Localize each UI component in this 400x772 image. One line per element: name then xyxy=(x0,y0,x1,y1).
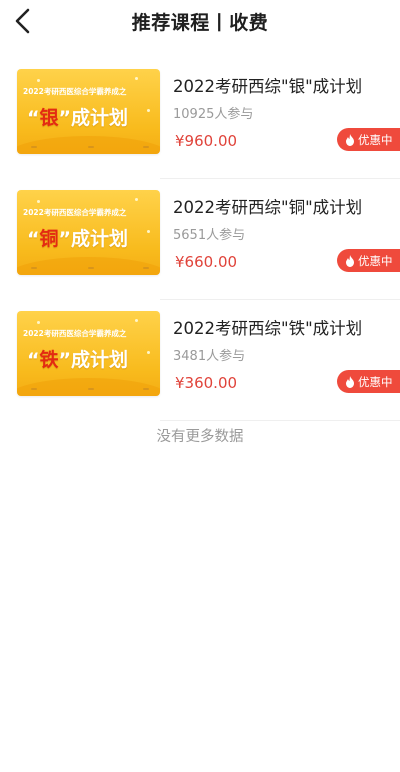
course-list: 2022考研西医综合学霸养成之 “银”成计划 2022考研西综"银"成计划 10… xyxy=(0,58,400,421)
thumbnail-title: “铜”成计划 xyxy=(27,228,129,250)
thumbnail-title: “银”成计划 xyxy=(27,107,129,129)
flame-icon xyxy=(346,133,354,146)
course-title[interactable]: 2022考研西综"银"成计划 xyxy=(173,73,362,97)
course-title[interactable]: 2022考研西综"铁"成计划 xyxy=(173,315,362,339)
thumbnail-highlight: 银 xyxy=(39,107,59,129)
no-more-data-label: 没有更多数据 xyxy=(156,429,244,445)
course-price: ¥960.00 xyxy=(175,132,238,150)
page-title: 推荐课程丨收费 xyxy=(131,12,269,34)
course-item[interactable]: 2022考研西医综合学霸养成之 “铁”成计划 2022考研西综"铁"成计划 34… xyxy=(0,300,400,421)
discount-badge: 优惠中 xyxy=(337,249,400,272)
thumbnail-subtitle: 2022考研西医综合学霸养成之 xyxy=(23,208,127,217)
flame-icon xyxy=(346,254,354,267)
course-thumbnail: 2022考研西医综合学霸养成之 “铜”成计划 xyxy=(17,190,160,275)
top-nav-bar: 推荐课程丨收费 xyxy=(0,0,400,44)
thumbnail-suffix: 成计划 xyxy=(71,107,129,129)
thumbnail-title: “铁”成计划 xyxy=(27,349,129,371)
thumbnail-suffix: 成计划 xyxy=(71,349,129,371)
participant-count: 5651人参与 xyxy=(173,228,246,243)
discount-badge-label: 优惠中 xyxy=(358,374,393,389)
course-item[interactable]: 2022考研西医综合学霸养成之 “银”成计划 2022考研西综"银"成计划 10… xyxy=(0,58,400,179)
participant-count: 10925人参与 xyxy=(173,107,254,122)
thumbnail-highlight: 铁 xyxy=(39,349,59,371)
course-item[interactable]: 2022考研西医综合学霸养成之 “铜”成计划 2022考研西综"铜"成计划 56… xyxy=(0,179,400,300)
participant-count: 3481人参与 xyxy=(173,349,246,364)
course-thumbnail: 2022考研西医综合学霸养成之 “银”成计划 xyxy=(17,69,160,154)
thumbnail-subtitle: 2022考研西医综合学霸养成之 xyxy=(23,329,127,338)
thumbnail-subtitle: 2022考研西医综合学霸养成之 xyxy=(23,87,127,96)
discount-badge-label: 优惠中 xyxy=(358,132,393,147)
discount-badge-label: 优惠中 xyxy=(358,253,393,268)
flame-icon xyxy=(346,375,354,388)
course-thumbnail: 2022考研西医综合学霸养成之 “铁”成计划 xyxy=(17,311,160,396)
course-price: ¥660.00 xyxy=(175,253,238,271)
course-price: ¥360.00 xyxy=(175,374,238,392)
course-title[interactable]: 2022考研西综"铜"成计划 xyxy=(173,194,362,218)
thumbnail-suffix: 成计划 xyxy=(71,228,129,250)
discount-badge: 优惠中 xyxy=(337,370,400,393)
thumbnail-highlight: 铜 xyxy=(39,228,59,250)
discount-badge: 优惠中 xyxy=(337,128,400,151)
